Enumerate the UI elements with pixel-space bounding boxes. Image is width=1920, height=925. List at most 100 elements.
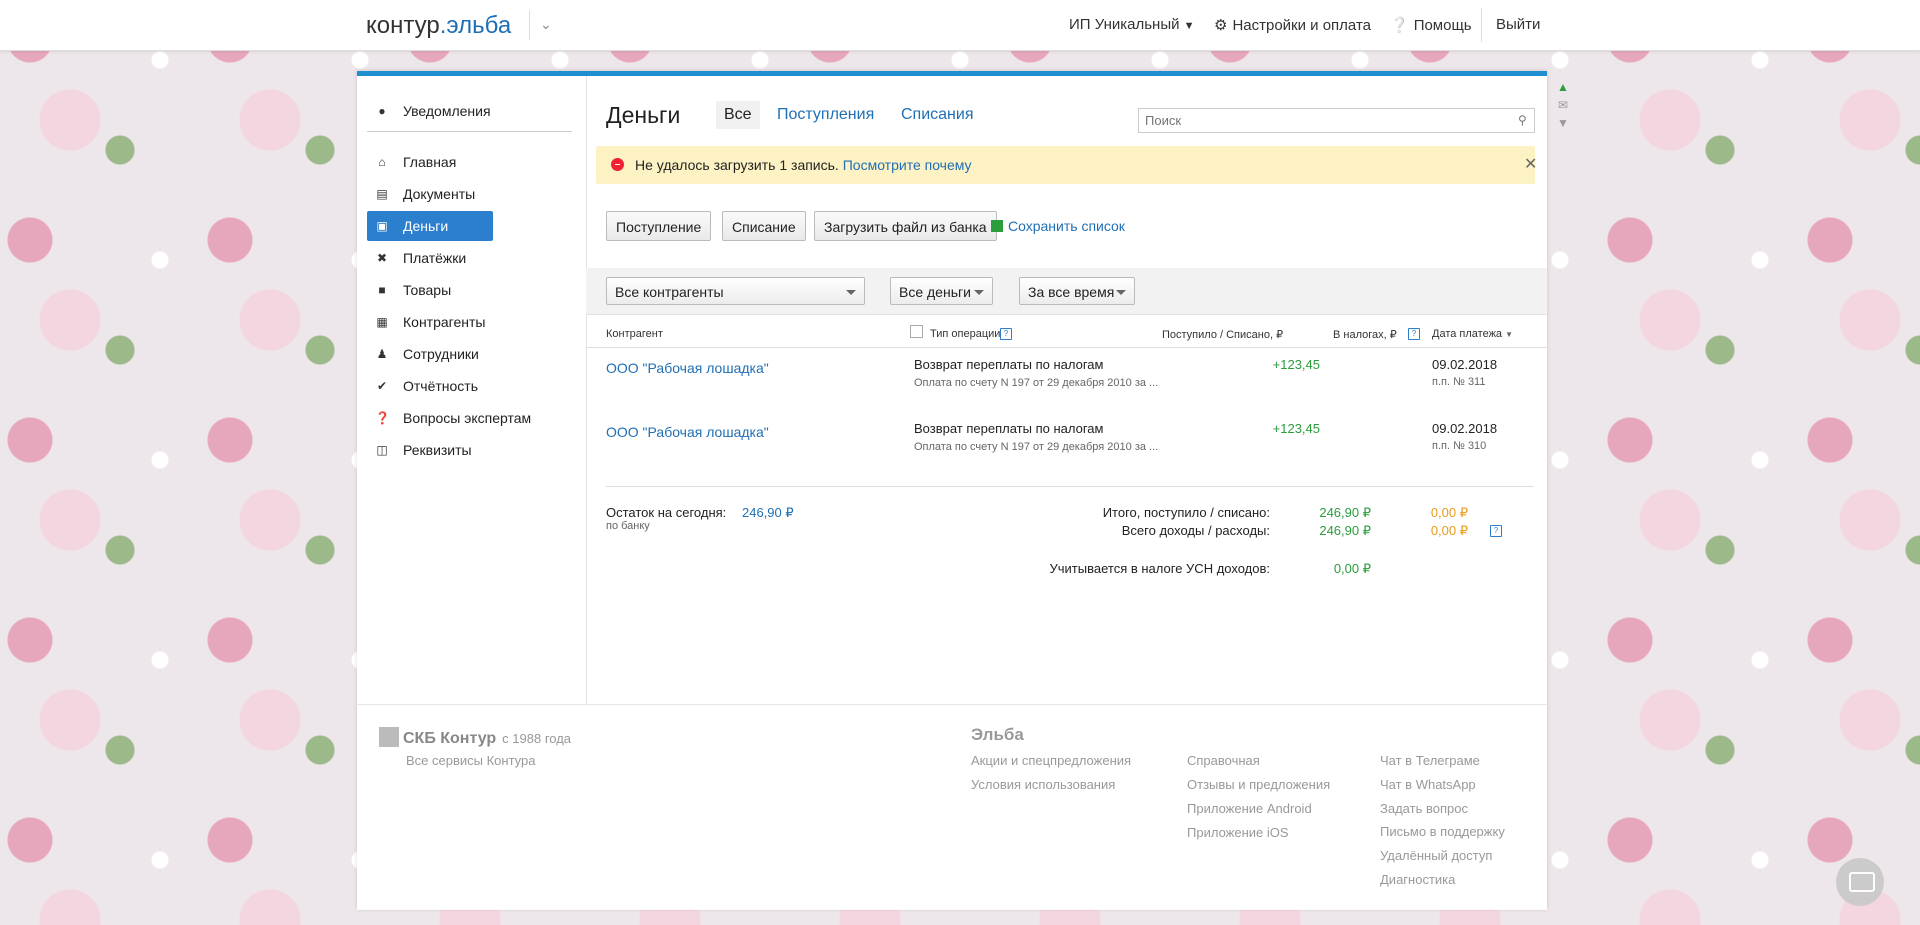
search-input[interactable]	[1138, 108, 1535, 133]
logout-link[interactable]: Выйти	[1496, 16, 1540, 33]
sidebar-item-label: Уведомления	[403, 103, 491, 119]
sidebar-item-goods[interactable]: ■ Товары	[367, 275, 584, 305]
footer-since: с 1988 года	[502, 731, 572, 746]
col-taxes: В налогах, ₽	[1333, 329, 1397, 341]
footer-link[interactable]: Приложение iOS	[1187, 825, 1289, 840]
alert-link[interactable]: Посмотрите почему	[843, 157, 972, 173]
usn-label: Учитывается в налоге УСН доходов:	[1049, 561, 1270, 576]
org-switcher[interactable]: ИП Уникальный ▼	[1069, 16, 1195, 33]
row-payment-number: п.п. № 311	[1432, 376, 1486, 388]
footer-link[interactable]: Удалённый доступ	[1380, 848, 1492, 863]
sidebar-item-documents[interactable]: ▤ Документы	[367, 179, 584, 209]
sidebar-item-notifications[interactable]: ● Уведомления	[367, 96, 584, 126]
footer-link[interactable]: Задать вопрос	[1380, 801, 1468, 816]
top-bar: контур.эльба ⌄ ИП Уникальный ▼ ⚙ Настройк…	[0, 0, 1920, 51]
chevron-down-icon[interactable]: ⌄	[540, 16, 552, 33]
sidebar-item-home[interactable]: ⌂ Главная	[367, 147, 584, 177]
topbar-divider	[1481, 8, 1482, 42]
skb-kontur-logo[interactable]: СКБ Контур с 1988 года	[379, 727, 571, 748]
tab-expense[interactable]: Списания	[901, 106, 974, 124]
row-contractor-link[interactable]: ООО "Рабочая лошадка"	[606, 424, 769, 440]
contractors-filter[interactable]: Все контрагенты	[606, 277, 865, 305]
footer-link[interactable]: Чат в WhatsApp	[1380, 777, 1476, 792]
close-icon[interactable]: ✕	[1524, 154, 1537, 174]
tab-income[interactable]: Поступления	[777, 106, 874, 124]
sidebar-item-label: Контрагенты	[403, 314, 486, 330]
row-amount: +123,45	[1272, 357, 1320, 372]
income-expense-label: Всего доходы / расходы:	[1121, 523, 1270, 538]
org-name: ИП Уникальный	[1069, 16, 1180, 33]
table-row[interactable]: ООО "Рабочая лошадка" Возврат переплаты …	[586, 412, 1547, 472]
search-icon[interactable]: ⚲	[1518, 113, 1527, 127]
help-icon[interactable]: ?	[1408, 328, 1420, 340]
footer: СКБ Контур с 1988 года Все сервисы Контур…	[357, 704, 1547, 910]
sidebar-item-reports[interactable]: ✔ Отчётность	[367, 371, 584, 401]
money-filter-value: Все деньги	[899, 284, 971, 300]
thumbs-down-icon[interactable]: ▼	[1553, 116, 1573, 134]
contractors-filter-value: Все контрагенты	[615, 284, 724, 300]
row-contractor-link[interactable]: ООО "Рабочая лошадка"	[606, 360, 769, 376]
help-icon[interactable]: ?	[1490, 525, 1502, 537]
row-description: Оплата по счету N 197 от 29 декабря 2010…	[914, 377, 1159, 389]
report-icon: ✔	[376, 379, 388, 393]
sidebar-item-money[interactable]: ▣ Деньги	[367, 211, 493, 241]
sidebar: ● Уведомления ⌂ Главная ▤ Документы ▣ Деньги…	[357, 76, 587, 704]
footer-link[interactable]: Акции и спецпредложения	[971, 753, 1131, 768]
thumbs-up-icon[interactable]: ▲	[1553, 80, 1573, 98]
sort-desc-icon: ▼	[1505, 330, 1514, 339]
help-label: Помощь	[1413, 17, 1472, 34]
select-all-checkbox[interactable]	[910, 325, 923, 338]
tab-all[interactable]: Все	[716, 101, 760, 129]
mail-icon[interactable]: ✉	[1553, 98, 1573, 116]
documents-icon: ▤	[376, 187, 388, 201]
page-title: Деньги	[606, 102, 681, 128]
chat-widget-button[interactable]	[1836, 858, 1884, 906]
goods-icon: ■	[378, 283, 386, 297]
footer-link[interactable]: Справочная	[1187, 753, 1260, 768]
upload-bank-file-button[interactable]: Загрузить файл из банка	[814, 211, 997, 241]
alert-text: Не удалось загрузить 1 запись. Посмотрит…	[635, 157, 972, 173]
period-filter[interactable]: За все время	[1019, 277, 1135, 305]
settings-link[interactable]: ⚙ Настройки и оплата	[1214, 16, 1371, 34]
row-date: 09.02.2018	[1432, 421, 1498, 436]
sidebar-item-label: Документы	[403, 186, 476, 202]
table-row[interactable]: ООО "Рабочая лошадка" Возврат переплаты …	[586, 348, 1547, 408]
footer-link[interactable]: Отзывы и предложения	[1187, 777, 1330, 792]
footer-link[interactable]: Приложение Android	[1187, 801, 1312, 816]
total-costs: 0,00 ₽	[1430, 523, 1468, 538]
sidebar-item-label: Сотрудники	[403, 346, 479, 362]
requisites-icon: ◫	[376, 443, 388, 457]
balance-source: по банку	[606, 520, 650, 532]
excel-icon	[991, 220, 1003, 232]
total-income: 246,90 ₽	[1319, 505, 1371, 520]
sidebar-item-label: Платёжки	[403, 250, 467, 266]
save-list-link[interactable]: Сохранить список	[991, 218, 1125, 234]
footer-all-services-link[interactable]: Все сервисы Контура	[406, 753, 536, 768]
add-expense-button[interactable]: Списание	[722, 211, 806, 241]
money-icon: ▣	[376, 219, 388, 233]
bell-icon: ●	[378, 104, 386, 118]
help-link[interactable]: ❔ Помощь	[1390, 16, 1472, 34]
sidebar-item-employees[interactable]: ♟ Сотрудники	[367, 339, 584, 369]
sidebar-item-payments[interactable]: ✖ Платёжки	[367, 243, 584, 273]
sidebar-item-requisites[interactable]: ◫ Реквизиты	[367, 435, 584, 465]
footer-link[interactable]: Письмо в поддержку	[1380, 824, 1505, 839]
add-income-button[interactable]: Поступление	[606, 211, 712, 241]
row-date: 09.02.2018	[1432, 357, 1498, 372]
money-filter[interactable]: Все деньги	[890, 277, 993, 305]
kontur-elba-logo[interactable]: контур.эльба	[366, 12, 511, 40]
footer-link[interactable]: Чат в Телеграме	[1380, 753, 1480, 768]
footer-link[interactable]: Условия использования	[971, 777, 1115, 792]
help-icon[interactable]: ?	[1000, 328, 1012, 340]
total-expense: 0,00 ₽	[1430, 505, 1468, 520]
col-date-sort[interactable]: Дата платежа ▼	[1432, 328, 1513, 340]
sidebar-item-contractors[interactable]: ▦ Контрагенты	[367, 307, 584, 337]
settings-label: Настройки и оплата	[1232, 17, 1371, 34]
sidebar-item-label: Отчётность	[403, 378, 479, 394]
payment-icon: ✖	[376, 251, 388, 265]
sidebar-item-label: Деньги	[403, 218, 449, 234]
contractors-icon: ▦	[376, 315, 388, 329]
footer-link[interactable]: Диагностика	[1380, 872, 1455, 887]
col-op-type: Тип операции	[930, 328, 1001, 340]
sidebar-item-experts[interactable]: ❓ Вопросы экспертам	[367, 403, 584, 433]
